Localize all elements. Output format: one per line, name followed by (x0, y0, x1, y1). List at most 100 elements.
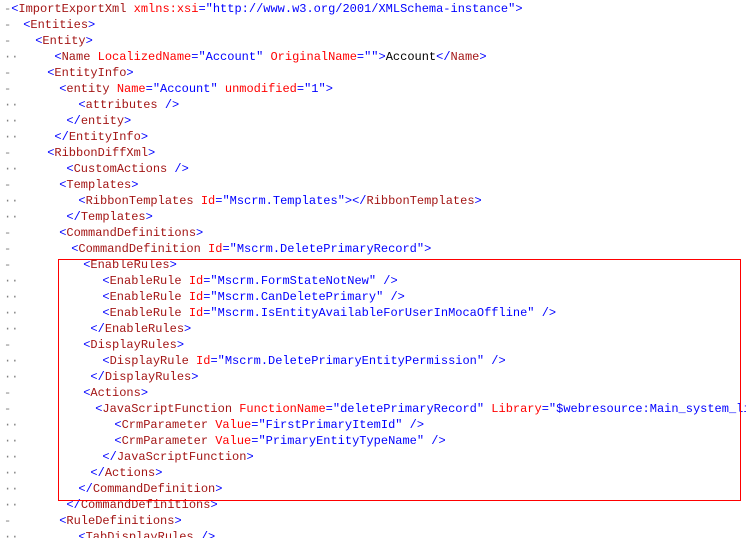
code-content: <DisplayRules> (83, 337, 184, 353)
code-content: <RuleDefinitions> (59, 513, 181, 529)
code-line: - <EnableRules> (4, 257, 746, 273)
fold-gutter[interactable]: - (4, 145, 11, 161)
fold-gutter: ·· (4, 497, 18, 513)
fold-gutter: ·· (4, 193, 18, 209)
code-line: ·· <TabDisplayRules /> (4, 529, 746, 538)
code-line: ·· <CrmParameter Value="PrimaryEntityType… (4, 433, 746, 449)
code-line: - <CommandDefinition Id="Mscrm.DeletePrim… (4, 241, 746, 257)
code-line: ·· </CommandDefinition> (4, 481, 746, 497)
fold-gutter: ·· (4, 481, 18, 497)
code-line: -<ImportExportXml xmlns:xsi="http://www.… (4, 1, 746, 17)
fold-gutter: ·· (4, 321, 18, 337)
fold-gutter[interactable]: - (4, 81, 11, 97)
code-line: - <RibbonDiffXml> (4, 145, 746, 161)
code-line: ·· <RibbonTemplates Id="Mscrm.Templates">… (4, 193, 746, 209)
fold-gutter: ·· (4, 209, 18, 225)
fold-gutter: ·· (4, 353, 18, 369)
fold-gutter: ·· (4, 433, 18, 449)
code-content: <CrmParameter Value="PrimaryEntityTypeNa… (114, 433, 445, 449)
code-line: - <RuleDefinitions> (4, 513, 746, 529)
code-content: </CommandDefinitions> (66, 497, 217, 513)
code-content: <RibbonTemplates Id="Mscrm.Templates"></… (78, 193, 481, 209)
code-line: ·· <Name LocalizedName="Account" Original… (4, 49, 746, 65)
code-content: <entity Name="Account" unmodified="1"> (59, 81, 333, 97)
fold-gutter: ·· (4, 465, 18, 481)
fold-gutter[interactable]: - (4, 401, 11, 417)
fold-gutter: ·· (4, 273, 18, 289)
code-content: <DisplayRule Id="Mscrm.DeletePrimaryEnti… (102, 353, 505, 369)
code-line: ·· </EntityInfo> (4, 129, 746, 145)
code-content: <RibbonDiffXml> (47, 145, 155, 161)
code-line: - <DisplayRules> (4, 337, 746, 353)
code-content: <ImportExportXml xmlns:xsi="http://www.w… (11, 1, 522, 17)
code-line: -<Entities> (4, 17, 746, 33)
code-content: <Entities> (23, 17, 95, 33)
code-content: <EnableRules> (83, 257, 177, 273)
code-content: <Templates> (59, 177, 138, 193)
code-line: ·· <EnableRule Id="Mscrm.CanDeletePrimary… (4, 289, 746, 305)
fold-gutter[interactable]: - (4, 257, 11, 273)
code-content: </JavaScriptFunction> (102, 449, 253, 465)
code-content: <Actions> (83, 385, 148, 401)
code-content: </DisplayRules> (90, 369, 198, 385)
code-line: - <CommandDefinitions> (4, 225, 746, 241)
xml-code-viewer: -<ImportExportXml xmlns:xsi="http://www.… (0, 0, 746, 538)
fold-gutter[interactable]: - (4, 385, 11, 401)
code-content: <EnableRule Id="Mscrm.CanDeletePrimary" … (102, 289, 404, 305)
code-line: ·· <EnableRule Id="Mscrm.IsEntityAvailabl… (4, 305, 746, 321)
code-line: - <Actions> (4, 385, 746, 401)
code-line: - <EntityInfo> (4, 65, 746, 81)
code-line: - <entity Name="Account" unmodified="1"> (4, 81, 746, 97)
code-line: ·· </EnableRules> (4, 321, 746, 337)
fold-gutter: ·· (4, 97, 18, 113)
fold-gutter: ·· (4, 305, 18, 321)
code-content: <CrmParameter Value="FirstPrimaryItemId"… (114, 417, 424, 433)
code-line: ·· <DisplayRule Id="Mscrm.DeletePrimaryEn… (4, 353, 746, 369)
code-line: ·· <CrmParameter Value="FirstPrimaryItemI… (4, 417, 746, 433)
code-content: </CommandDefinition> (78, 481, 222, 497)
fold-gutter[interactable]: - (4, 337, 11, 353)
code-line: ·· </entity> (4, 113, 746, 129)
code-content: <EnableRule Id="Mscrm.FormStateNotNew" /… (102, 273, 397, 289)
code-line: ·· </CommandDefinitions> (4, 497, 746, 513)
fold-gutter[interactable]: - (4, 33, 11, 49)
code-content: <CustomActions /> (66, 161, 188, 177)
fold-gutter[interactable]: - (4, 513, 11, 529)
code-line: ·· </DisplayRules> (4, 369, 746, 385)
code-line: - <JavaScriptFunction FunctionName="delet… (4, 401, 746, 417)
code-content: </Templates> (66, 209, 152, 225)
fold-gutter[interactable]: - (4, 241, 11, 257)
fold-gutter: ·· (4, 161, 18, 177)
code-content: <CommandDefinitions> (59, 225, 203, 241)
fold-gutter[interactable]: - (4, 17, 11, 33)
code-content: <EnableRule Id="Mscrm.IsEntityAvailableF… (102, 305, 556, 321)
code-content: <Name LocalizedName="Account" OriginalNa… (54, 49, 486, 65)
code-content: </EnableRules> (90, 321, 191, 337)
fold-gutter: ·· (4, 417, 18, 433)
fold-gutter: ·· (4, 369, 18, 385)
code-content: </EntityInfo> (54, 129, 148, 145)
fold-gutter: ·· (4, 49, 18, 65)
code-line: ·· </Templates> (4, 209, 746, 225)
code-line: - <Entity> (4, 33, 746, 49)
code-content: <EntityInfo> (47, 65, 133, 81)
fold-gutter[interactable]: - (4, 1, 11, 17)
fold-gutter: ·· (4, 113, 18, 129)
code-line: ·· </JavaScriptFunction> (4, 449, 746, 465)
fold-gutter[interactable]: - (4, 225, 11, 241)
fold-gutter[interactable]: - (4, 65, 11, 81)
code-content: </Actions> (90, 465, 162, 481)
code-line: - <Templates> (4, 177, 746, 193)
code-content: <CommandDefinition Id="Mscrm.DeletePrima… (71, 241, 431, 257)
fold-gutter: ·· (4, 529, 18, 538)
fold-gutter[interactable]: - (4, 177, 11, 193)
code-content: <TabDisplayRules /> (78, 529, 215, 538)
code-line: ·· </Actions> (4, 465, 746, 481)
code-content: <JavaScriptFunction FunctionName="delete… (95, 401, 746, 417)
code-content: </entity> (66, 113, 131, 129)
fold-gutter: ·· (4, 449, 18, 465)
fold-gutter: ·· (4, 289, 18, 305)
fold-gutter: ·· (4, 129, 18, 145)
code-content: <Entity> (35, 33, 93, 49)
code-line: ··<attributes /> (4, 97, 746, 113)
